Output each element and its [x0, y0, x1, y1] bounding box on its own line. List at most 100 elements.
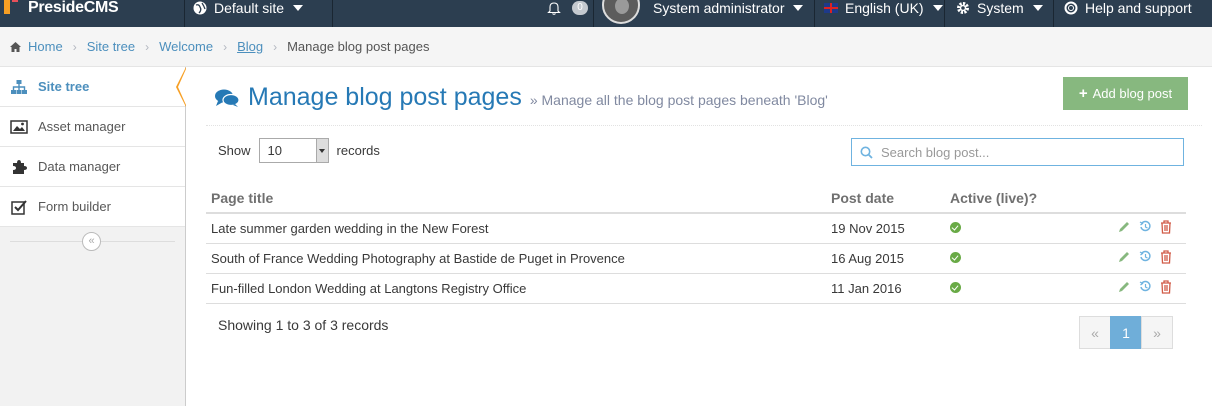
check-circle-icon — [950, 281, 961, 293]
double-chevron-left-icon[interactable]: « — [82, 232, 101, 251]
help-label: Help and support — [1085, 0, 1192, 16]
page-subtitle: » Manage all the blog post pages beneath… — [530, 92, 828, 108]
breadcrumb-site-tree[interactable]: Site tree — [87, 39, 135, 54]
breadcrumb-home[interactable]: Home — [28, 39, 63, 54]
search-box — [851, 138, 1184, 166]
table-row[interactable]: South of France Wedding Photography at B… — [206, 243, 1186, 274]
brand-name: PresideCMS — [28, 0, 119, 16]
site-label: Default site — [214, 0, 285, 16]
notification-count: 0 — [572, 0, 588, 15]
user-menu[interactable]: System administrator — [653, 0, 804, 21]
breadcrumb-current: Manage blog post pages — [287, 39, 430, 54]
sidebar-item-asset-manager[interactable]: Asset manager — [0, 107, 185, 147]
pagination-prev[interactable]: « — [1079, 316, 1111, 349]
breadcrumb-separator-icon: › — [145, 39, 150, 54]
breadcrumb-blog[interactable]: Blog — [237, 39, 263, 54]
user-name: System administrator — [653, 0, 785, 16]
add-blog-post-button[interactable]: + Add blog post — [1063, 77, 1188, 110]
row-title[interactable]: South of France Wedding Photography at B… — [206, 243, 826, 274]
page-title: Manage blog post pages » Manage all the … — [214, 83, 828, 112]
sidebar-item-data-manager[interactable]: Data manager — [0, 147, 185, 187]
notifications[interactable]: 0 — [547, 0, 588, 21]
column-header-post-date[interactable]: Post date — [826, 184, 945, 214]
table-row[interactable]: Late summer garden wedding in the New Fo… — [206, 213, 1186, 244]
gear-icon — [957, 1, 969, 14]
puzzle-icon — [10, 159, 28, 175]
brand[interactable]: PresideCMS — [0, 0, 119, 21]
search-input[interactable] — [881, 144, 1171, 160]
sidebar: Site tree Asset manager Data manager For… — [0, 67, 186, 406]
picture-icon — [10, 119, 28, 135]
chevron-down-icon — [315, 139, 328, 162]
pagination-next[interactable]: » — [1141, 316, 1173, 349]
trash-icon[interactable] — [1160, 220, 1172, 237]
double-chevron-right-icon: » — [529, 92, 542, 108]
pagination-page-1[interactable]: 1 — [1110, 316, 1142, 349]
check-square-icon — [10, 199, 28, 215]
row-date: 11 Jan 2016 — [826, 273, 945, 304]
home-icon — [10, 41, 21, 52]
page-size-value: 10 — [267, 143, 282, 158]
column-header-actions — [1095, 184, 1186, 214]
table-header-row: Page title Post date Active (live)? — [206, 184, 1186, 214]
records-info: Showing 1 to 3 of 3 records — [218, 317, 389, 333]
records-label: records — [336, 143, 380, 158]
table-row[interactable]: Fun-filled London Wedding at Langtons Re… — [206, 273, 1186, 304]
site-picker[interactable]: Default site — [193, 0, 304, 21]
column-header-page-title[interactable]: Page title — [206, 184, 826, 214]
history-icon[interactable] — [1139, 280, 1152, 296]
chevron-down-icon — [793, 4, 804, 11]
system-menu[interactable]: System — [956, 0, 1043, 21]
breadcrumb-separator-icon: › — [72, 39, 77, 54]
trash-icon[interactable] — [1160, 249, 1172, 267]
history-icon[interactable] — [1139, 250, 1152, 266]
sidebar-item-label: Site tree — [38, 79, 90, 94]
language-label: English (UK) — [845, 0, 924, 16]
chevron-down-icon — [932, 4, 943, 11]
check-circle-icon — [950, 251, 961, 263]
breadcrumb-separator-icon: › — [223, 39, 228, 54]
search-icon — [860, 146, 873, 159]
breadcrumb-separator-icon: › — [273, 39, 278, 54]
lifebuoy-icon — [1064, 1, 1078, 14]
show-label: Show — [218, 143, 251, 158]
bell-icon — [547, 1, 561, 15]
globe-icon — [193, 1, 207, 14]
chevron-down-icon — [293, 4, 304, 11]
history-icon[interactable] — [1139, 220, 1152, 236]
page-subtitle-text: Manage all the blog post pages beneath '… — [541, 92, 828, 108]
blog-posts-table: Page title Post date Active (live)? Late… — [206, 184, 1186, 304]
trash-icon[interactable] — [1160, 279, 1172, 297]
page-size-select[interactable]: 10 — [258, 138, 329, 163]
row-title[interactable]: Late summer garden wedding in the New Fo… — [206, 213, 826, 244]
check-circle-icon — [950, 221, 961, 233]
system-label: System — [977, 0, 1024, 16]
edit-pencil-icon[interactable] — [1117, 280, 1131, 297]
row-title[interactable]: Fun-filled London Wedding at Langtons Re… — [206, 273, 826, 304]
sidebar-collapse-row: « — [0, 227, 185, 255]
sidebar-item-label: Form builder — [38, 199, 111, 214]
preside-logo-icon — [0, 0, 28, 21]
breadcrumb: Home › Site tree › Welcome › Blog › Mana… — [0, 27, 1212, 67]
language-menu[interactable]: English (UK) — [824, 0, 943, 21]
help-menu[interactable]: Help and support — [1064, 0, 1192, 21]
page-size-control: Show 10 records — [218, 138, 380, 163]
plus-icon: + — [1078, 85, 1088, 102]
edit-pencil-icon[interactable] — [1117, 250, 1131, 267]
column-header-active[interactable]: Active (live)? — [945, 184, 1095, 214]
sidebar-item-label: Data manager — [38, 159, 121, 174]
row-date: 16 Aug 2015 — [826, 243, 945, 274]
pagination: « 1 » — [1079, 316, 1173, 349]
comments-icon — [215, 89, 240, 107]
page-title-text: Manage blog post pages — [248, 83, 522, 111]
avatar[interactable] — [602, 0, 640, 24]
sidebar-item-site-tree[interactable]: Site tree — [0, 67, 186, 107]
page-header: Manage blog post pages » Manage all the … — [206, 76, 1202, 126]
breadcrumb-welcome[interactable]: Welcome — [159, 39, 213, 54]
add-blog-post-label: Add blog post — [1092, 86, 1173, 101]
edit-pencil-icon[interactable] — [1117, 220, 1131, 237]
sidebar-item-label: Asset manager — [38, 119, 126, 134]
sidebar-item-form-builder[interactable]: Form builder — [0, 187, 185, 227]
uk-flag-icon — [824, 2, 838, 13]
row-date: 19 Nov 2015 — [826, 213, 945, 244]
